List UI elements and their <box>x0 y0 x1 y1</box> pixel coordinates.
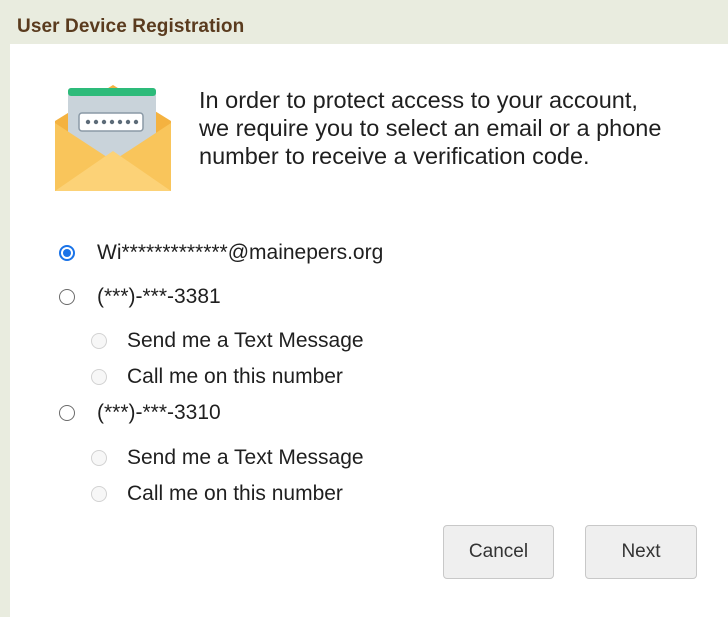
dialog-header: User Device Registration <box>0 0 728 44</box>
intro-line-3: number to receive a verification code. <box>199 143 590 169</box>
intro-line-1: In order to protect access to your accou… <box>199 87 638 113</box>
email-option-radio[interactable] <box>59 245 75 261</box>
dialog-title: User Device Registration <box>17 16 245 37</box>
phone-3310-call-label[interactable]: Call me on this number <box>127 482 343 506</box>
phone-3381-radio[interactable] <box>59 289 75 305</box>
next-button[interactable]: Next <box>585 525 697 579</box>
phone-3381-text-radio[interactable] <box>91 333 107 349</box>
phone-3310-call-radio[interactable] <box>91 486 107 502</box>
phone-3310-text-label[interactable]: Send me a Text Message <box>127 446 364 470</box>
phone-3310-radio[interactable] <box>59 405 75 421</box>
email-option-label[interactable]: Wi*************@mainepers.org <box>97 241 383 265</box>
intro-line-2: we require you to select an email or a p… <box>199 115 662 141</box>
envelope-password-icon <box>55 85 171 191</box>
dialog-left-border <box>0 0 10 617</box>
intro-text: In order to protect access to your accou… <box>199 86 719 170</box>
phone-3310-text-radio[interactable] <box>91 450 107 466</box>
phone-3381-text-label[interactable]: Send me a Text Message <box>127 329 364 353</box>
dialog: User Device Registration In order to pro… <box>0 0 728 617</box>
phone-3381-call-radio[interactable] <box>91 369 107 385</box>
phone-3310-label[interactable]: (***)-***-3310 <box>97 401 221 425</box>
phone-3381-label[interactable]: (***)-***-3381 <box>97 285 221 309</box>
phone-3381-call-label[interactable]: Call me on this number <box>127 365 343 389</box>
cancel-button[interactable]: Cancel <box>443 525 554 579</box>
